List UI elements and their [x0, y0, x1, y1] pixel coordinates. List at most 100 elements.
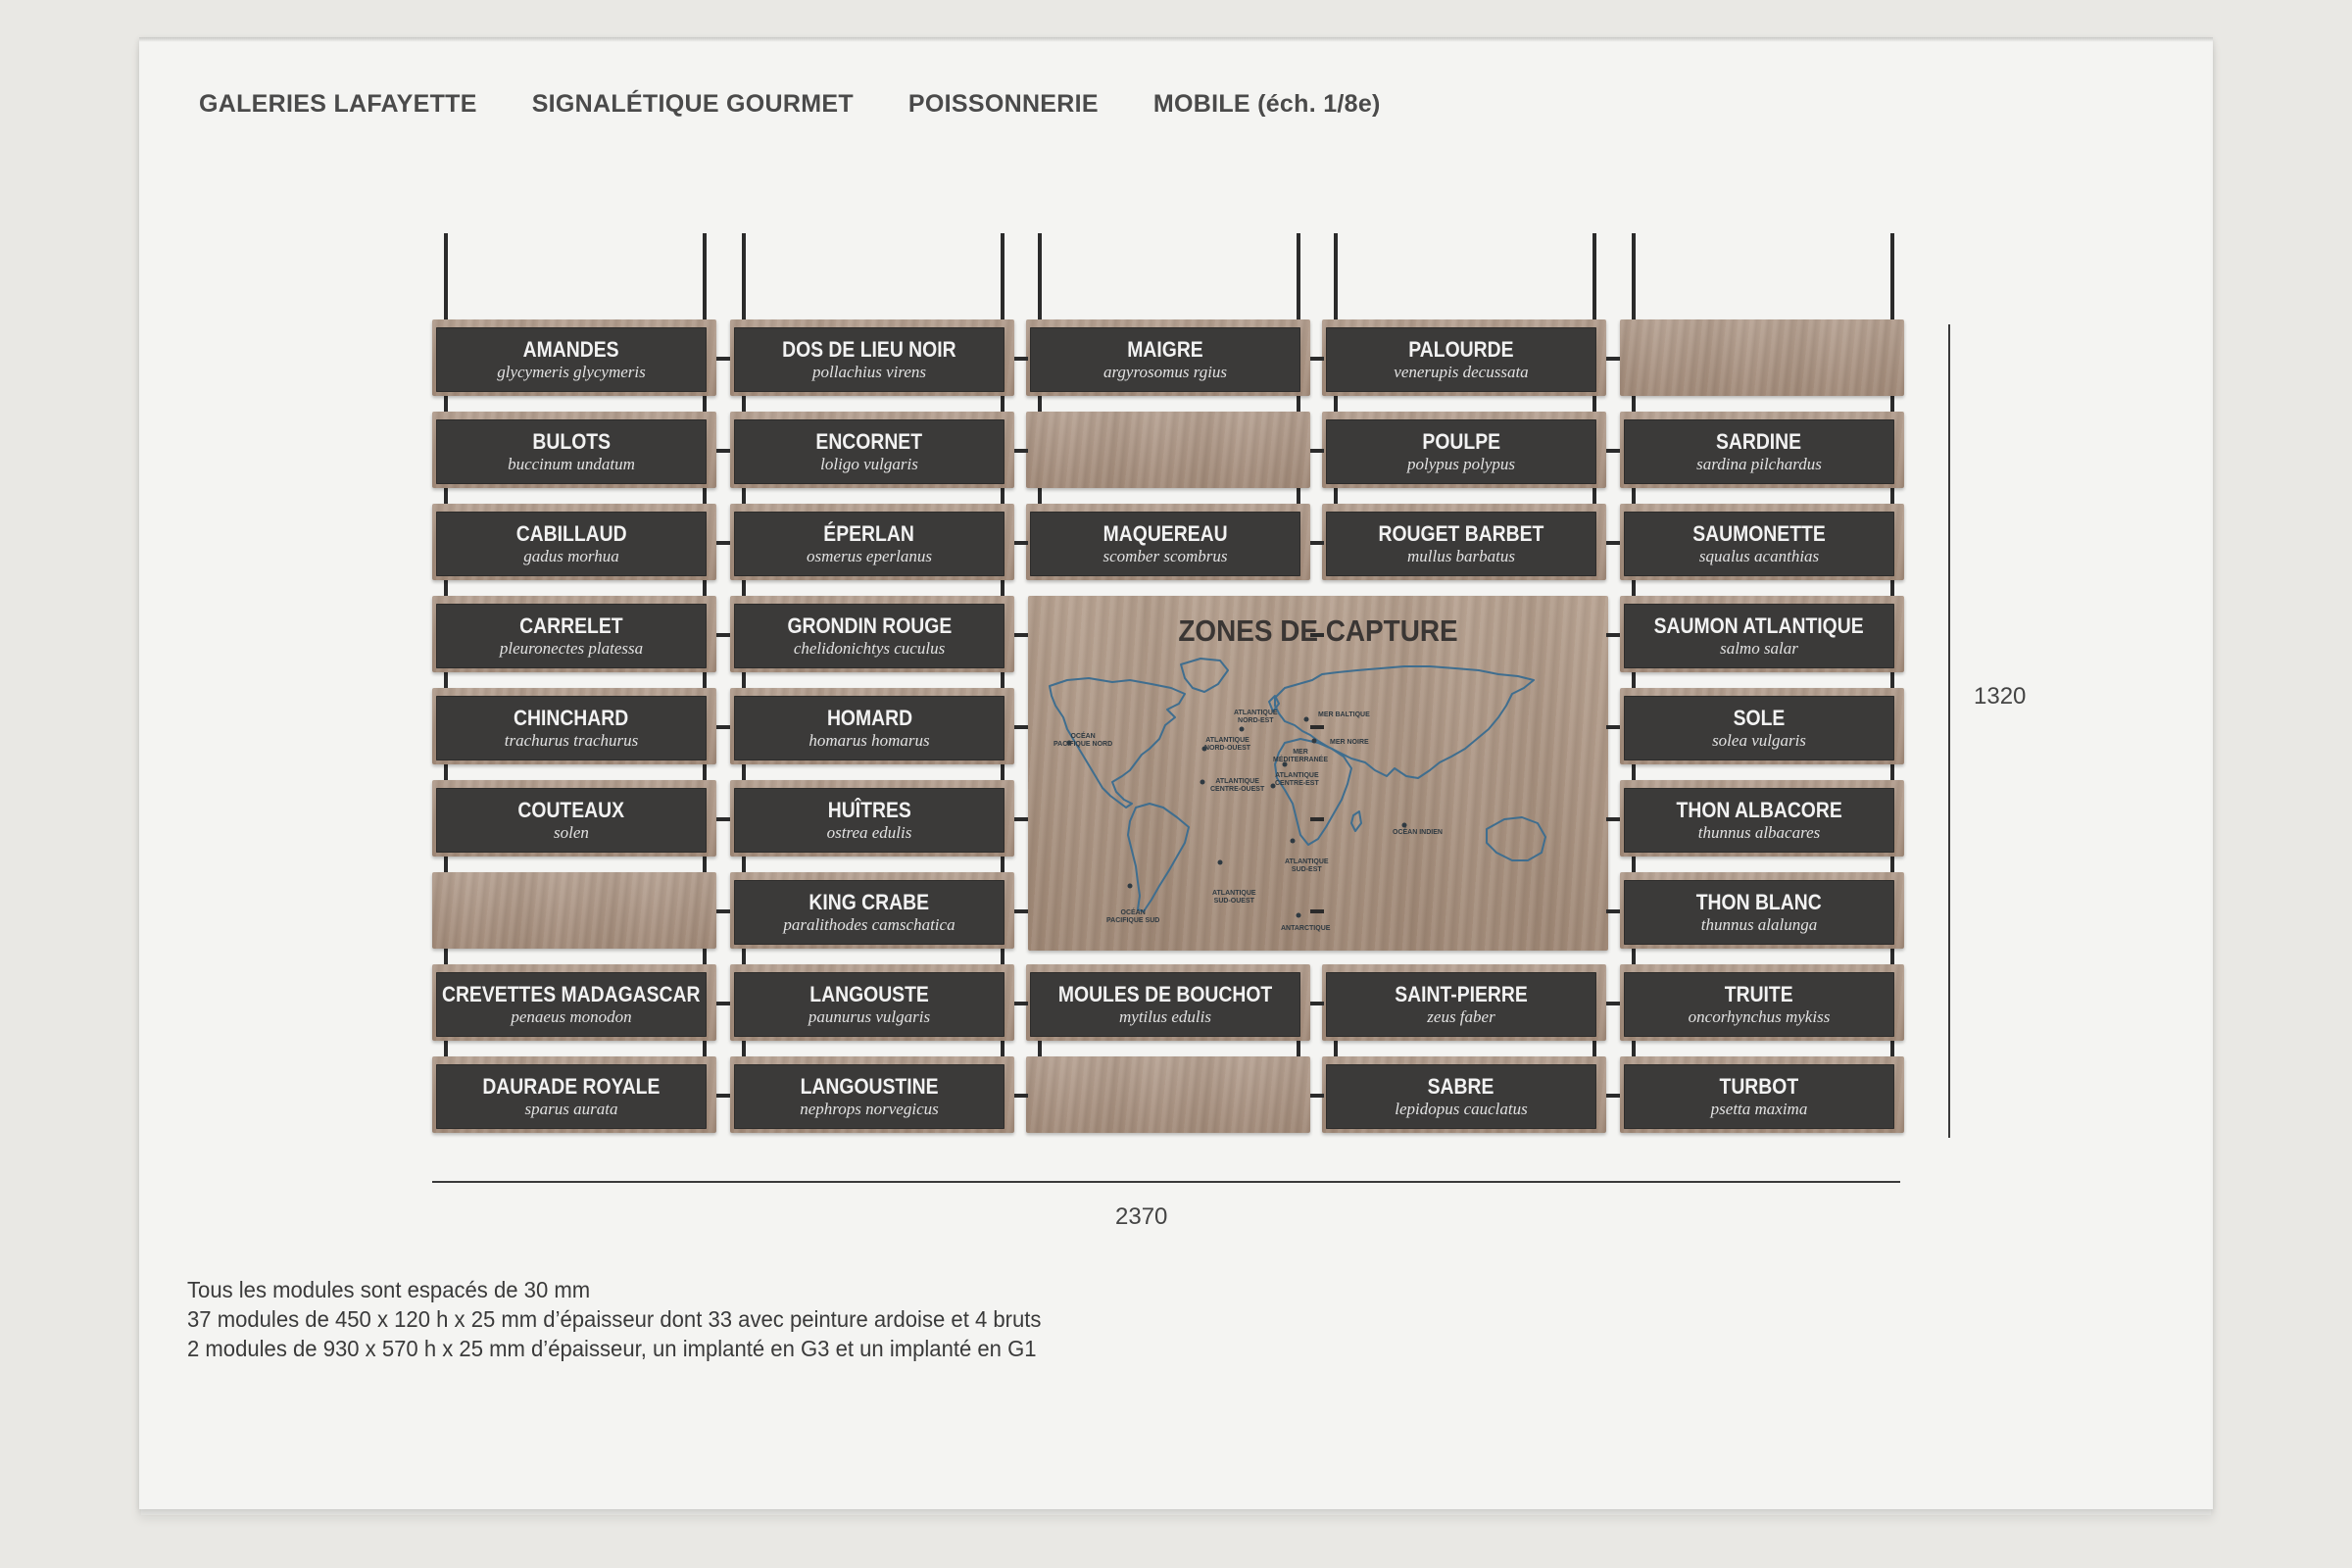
- suspension-rod: [1890, 580, 1894, 596]
- fish-sign-module: THON BLANC thunnus alalunga: [1620, 872, 1904, 949]
- suspension-rod: [1001, 488, 1004, 504]
- module-connector: [1606, 1094, 1620, 1098]
- suspension-rod: [1632, 233, 1636, 319]
- latin-name: solen: [554, 823, 589, 842]
- suspension-rod: [742, 764, 746, 780]
- suspension-rod: [742, 949, 746, 964]
- zone-label: ATLANTIQUE NORD-OUEST: [1204, 737, 1251, 752]
- suspension-rod: [444, 1041, 448, 1056]
- module-connector: [1014, 449, 1028, 453]
- module-connector: [1310, 357, 1324, 361]
- fish-name: CREVETTES MADAGASCAR: [442, 982, 701, 1006]
- module-connector: [1310, 541, 1324, 545]
- suspension-rod: [444, 233, 448, 319]
- latin-name: mullus barbatus: [1406, 547, 1516, 565]
- module-connector: [1606, 449, 1620, 453]
- slate-panel: LANGOUSTE paunurus vulgaris: [734, 972, 1004, 1037]
- fish-sign-module: CARRELET pleuronectes platessa: [432, 596, 716, 672]
- slate-panel: HOMARD homarus homarus: [734, 696, 1004, 760]
- suspension-rod: [703, 488, 707, 504]
- slate-panel: SAUMON ATLANTIQUE salmo salar: [1624, 604, 1894, 668]
- suspension-rod: [1001, 764, 1004, 780]
- fish-sign-module: BULOTS buccinum undatum: [432, 412, 716, 488]
- header-section: POISSONNERIE: [907, 90, 1099, 118]
- fish-name: LANGOUSTINE: [800, 1074, 939, 1099]
- suspension-rod: [742, 857, 746, 872]
- fish-name: LANGOUSTE: [809, 982, 929, 1006]
- latin-name: mytilus edulis: [1119, 1007, 1211, 1026]
- blank-wood-module: [1026, 412, 1310, 488]
- latin-name: glycymeris glycymeris: [497, 363, 646, 381]
- slate-panel: MAQUEREAU scomber scombrus: [1030, 512, 1300, 576]
- suspension-rod: [444, 949, 448, 964]
- module-connector: [716, 1094, 730, 1098]
- suspension-rod: [1001, 857, 1004, 872]
- fish-sign-module: CREVETTES MADAGASCAR penaeus monodon: [432, 964, 716, 1041]
- fish-sign-module: MOULES DE BOUCHOT mytilus edulis: [1026, 964, 1310, 1041]
- slate-panel: POULPE polypus polypus: [1326, 419, 1596, 484]
- zone-label: OCÉAN PACIFIQUE NORD: [1054, 733, 1113, 748]
- suspension-rod: [1592, 396, 1596, 412]
- fish-name: DOS DE LIEU NOIR: [782, 337, 956, 362]
- height-dimension-label: 1320: [1974, 683, 2027, 710]
- latin-name: sparus aurata: [524, 1100, 618, 1118]
- module-connector: [716, 909, 730, 913]
- suspension-rod: [1297, 488, 1300, 504]
- page-header: GALERIES LAFAYETTE SIGNALÉTIQUE GOURMET …: [199, 90, 1381, 119]
- slate-panel: AMANDES glycymeris glycymeris: [436, 327, 707, 392]
- fish-name: SARDINE: [1716, 429, 1802, 454]
- latin-name: loligo vulgaris: [820, 455, 918, 473]
- suspension-rod: [742, 672, 746, 688]
- slate-panel: LANGOUSTINE nephrops norvegicus: [734, 1064, 1004, 1129]
- zone-label: MER BALTIQUE: [1318, 711, 1370, 718]
- module-connector: [716, 357, 730, 361]
- suspension-rod: [1632, 949, 1636, 964]
- zone-label: ATLANTIQUE SUD-OUEST: [1212, 890, 1256, 905]
- slate-panel: MAIGRE argyrosomus rgius: [1030, 327, 1300, 392]
- suspension-rod: [1001, 1041, 1004, 1056]
- suspension-rod: [1632, 857, 1636, 872]
- suspension-rod: [1334, 396, 1338, 412]
- fish-sign-module: CHINCHARD trachurus trachurus: [432, 688, 716, 764]
- fish-name: TRUITE: [1725, 982, 1793, 1006]
- latin-name: lepidopus cauclatus: [1395, 1100, 1528, 1118]
- width-dimension-label: 2370: [1115, 1203, 1168, 1230]
- zone-label: ATLANTIQUE NORD-EST: [1234, 710, 1278, 724]
- suspension-rod: [703, 949, 707, 964]
- suspension-rod: [444, 580, 448, 596]
- module-connector: [1606, 725, 1620, 729]
- module-connector: [716, 1002, 730, 1005]
- module-connector: [1310, 1002, 1324, 1005]
- latin-name: scomber scombrus: [1102, 547, 1228, 565]
- module-connector: [1606, 357, 1620, 361]
- fish-sign-module: HOMARD homarus homarus: [730, 688, 1014, 764]
- slate-panel: GRONDIN ROUGE chelidonichtys cuculus: [734, 604, 1004, 668]
- fish-name: GRONDIN ROUGE: [787, 613, 952, 638]
- module-connector: [1606, 909, 1620, 913]
- fish-name: ÉPERLAN: [823, 521, 915, 546]
- suspension-rod: [742, 396, 746, 412]
- fish-name: SABRE: [1428, 1074, 1494, 1099]
- slate-panel: DOS DE LIEU NOIR pollachius virens: [734, 327, 1004, 392]
- fish-name: KING CRABE: [808, 890, 930, 914]
- suspension-rod: [703, 396, 707, 412]
- blank-wood-module: [1026, 1056, 1310, 1133]
- latin-name: venerupis decussata: [1394, 363, 1529, 381]
- fish-sign-module: AMANDES glycymeris glycymeris: [432, 319, 716, 396]
- fish-name: ROUGET BARBET: [1378, 521, 1544, 546]
- fish-sign-module: LANGOUSTINE nephrops norvegicus: [730, 1056, 1014, 1133]
- zone-label: MER NOIRE: [1330, 739, 1369, 746]
- slate-panel: ÉPERLAN osmerus eperlanus: [734, 512, 1004, 576]
- fish-name: SAUMON ATLANTIQUE: [1653, 613, 1865, 638]
- wood-board: [1026, 412, 1310, 488]
- fish-sign-module: TURBOT psetta maxima: [1620, 1056, 1904, 1133]
- module-connector: [716, 449, 730, 453]
- module-connector: [1014, 357, 1028, 361]
- module-connector: [1014, 541, 1028, 545]
- latin-name: buccinum undatum: [508, 455, 635, 473]
- blank-wood-module: [432, 872, 716, 949]
- suspension-rod: [1592, 233, 1596, 319]
- module-connector: [1014, 1002, 1028, 1005]
- fish-name: MOULES DE BOUCHOT: [1057, 982, 1273, 1006]
- fish-sign-module: ÉPERLAN osmerus eperlanus: [730, 504, 1014, 580]
